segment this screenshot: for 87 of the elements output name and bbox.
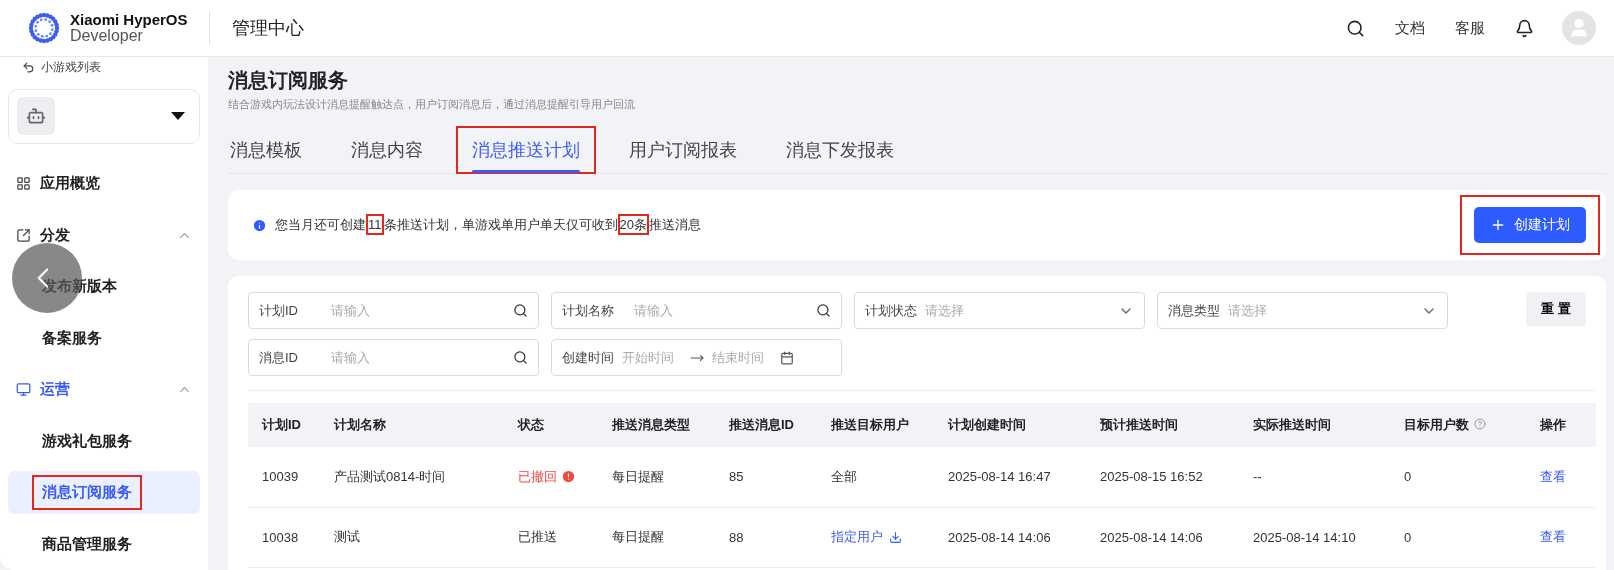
undo-icon — [22, 61, 35, 75]
table-cell: -- — [1253, 469, 1262, 485]
table-cell: 0 — [1404, 529, 1412, 545]
bell-icon[interactable] — [1515, 18, 1534, 38]
help-icon — [1474, 418, 1486, 430]
field-label: 计划状态 — [865, 301, 917, 320]
column-header: 计划名称 — [334, 417, 386, 432]
search-field[interactable]: 计划名称 请输入 — [551, 292, 842, 329]
table-cell: 88 — [729, 529, 744, 545]
monitor-icon — [16, 382, 31, 398]
nav-item[interactable]: 游戏礼包服务 — [8, 419, 200, 463]
status-text: 已撤回 — [518, 467, 576, 486]
column-header: 实际推送时间 — [1253, 417, 1331, 432]
table-cell: 10039 — [262, 469, 299, 485]
table-cell: 全部 — [831, 468, 857, 484]
plus-icon — [1490, 217, 1506, 233]
table-cell: 2025-08-14 14:10 — [1253, 529, 1356, 545]
table-cell: 0 — [1404, 469, 1412, 485]
page-title: 消息订阅服务 — [228, 68, 349, 93]
logo-text: Xiaomi HyperOS — [70, 12, 188, 28]
table-cell: 2025-08-14 16:47 — [948, 469, 1051, 485]
table-cell: 测试 — [334, 529, 360, 544]
tab[interactable]: 用户订阅报表 — [613, 126, 753, 174]
column-header: 推送消息类型 — [612, 417, 690, 432]
table-cell: 2025-08-14 14:06 — [1100, 529, 1203, 545]
app-title: 管理中心 — [232, 17, 305, 40]
view-link[interactable]: 查看 — [1540, 528, 1566, 546]
target-users-link[interactable]: 指定用户 — [831, 528, 902, 546]
table-cell: 10038 — [262, 529, 299, 545]
header-link[interactable]: 客服 — [1455, 18, 1485, 38]
tab[interactable]: 消息下发报表 — [770, 126, 910, 174]
nav-item[interactable]: 商品管理服务 — [8, 522, 200, 566]
tab[interactable]: 消息模板 — [214, 126, 318, 174]
nav-item[interactable]: 应用概览 — [40, 174, 192, 194]
page-subtitle: 结合游戏内玩法设计消息提醒触达点，用户订阅消息后，通过消息提醒引导用户回流 — [228, 97, 636, 112]
table-cell: 每日提醒 — [612, 529, 664, 544]
status-text: 已推送 — [518, 528, 557, 546]
search-field[interactable]: 消息ID 请输入 — [248, 339, 539, 376]
table-cell: 每日提醒 — [612, 468, 664, 484]
field-label: 消息ID — [259, 348, 299, 367]
column-header: 计划创建时间 — [948, 417, 1026, 432]
table-cell: 产品测试0814-时间 — [334, 468, 446, 484]
alert-icon — [561, 469, 576, 485]
table-cell: 2025-08-14 14:06 — [948, 529, 1051, 545]
tab[interactable]: 消息内容 — [335, 126, 439, 174]
back-link[interactable]: 小游戏列表 — [8, 57, 115, 79]
field-label: 消息类型 — [1168, 301, 1220, 320]
nav-item[interactable]: 备案服务 — [8, 316, 200, 361]
search-icon — [513, 303, 528, 318]
caret-icon — [171, 112, 185, 121]
column-header: 状态 — [518, 417, 544, 432]
grid-icon — [16, 176, 31, 192]
app-selector[interactable] — [8, 88, 200, 145]
nav-group[interactable]: 分发 — [40, 225, 168, 245]
field-label: 计划名称 — [562, 301, 615, 320]
field-label: 计划ID — [259, 301, 299, 320]
column-header: 推送消息ID — [729, 417, 794, 432]
column-header: 推送目标用户 — [831, 417, 909, 432]
external-link-icon — [16, 227, 31, 243]
search-icon — [816, 303, 831, 318]
select-field[interactable]: 消息类型 请选择 — [1157, 292, 1448, 329]
column-header: 目标用户数 — [1404, 417, 1469, 432]
info-icon — [252, 217, 267, 233]
notice-text: 您当月还可创建 11 条推送计划，单游戏单用户单天仅可收到 20条 推送消息 — [275, 216, 1452, 234]
table-cell: 2025-08-15 16:52 — [1100, 469, 1203, 485]
column-header: 计划ID — [262, 417, 301, 432]
nav-item[interactable]: 消息订阅服务 — [8, 470, 200, 515]
tab[interactable]: 消息推送计划 — [456, 126, 596, 174]
reset-button[interactable]: 重 置 — [1526, 292, 1586, 326]
column-header: 预计推送时间 — [1100, 417, 1178, 432]
view-link[interactable]: 查看 — [1540, 467, 1566, 486]
logo-icon — [26, 10, 62, 46]
logo-subtext: Developer — [70, 28, 143, 44]
column-header: 操作 — [1540, 417, 1566, 432]
date-range-field[interactable]: 创建时间 开始时间 结束时间 — [551, 339, 842, 376]
calendar-icon — [780, 350, 794, 365]
select-field[interactable]: 计划状态 请选择 — [854, 292, 1145, 329]
search-icon[interactable] — [1346, 18, 1365, 38]
field-label: 创建时间 — [562, 348, 614, 367]
search-field[interactable]: 计划ID 请输入 — [248, 292, 539, 329]
robot-icon — [17, 97, 55, 136]
download-icon — [889, 530, 902, 544]
nav-group[interactable]: 运营 — [40, 380, 168, 400]
header-link[interactable]: 文档 — [1395, 18, 1425, 38]
table-cell: 85 — [729, 469, 744, 485]
create-plan-button[interactable]: 创建计划 — [1474, 207, 1586, 243]
search-icon — [513, 350, 528, 365]
